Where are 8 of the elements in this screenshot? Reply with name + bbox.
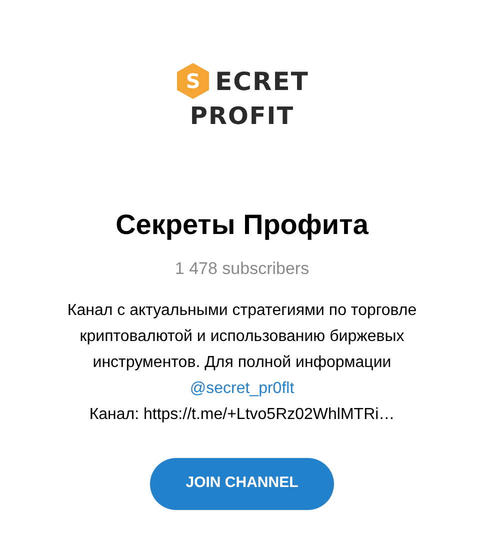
join-channel-button[interactable]: JOIN CHANNEL: [150, 458, 334, 510]
logo-text: ECRET: [215, 66, 309, 96]
channel-title: Секреты Профита: [116, 208, 368, 242]
channel-description: Канал с актуальными стратегиями по торговле криптовалютой и использованию биржевых инструментов. Для полной информации @secret_pr0flt Канал: https://t.me/+Ltvo5Rz02WhlMTRi…: [67, 300, 417, 424]
subscriber-count: 1 478 subscribers: [174, 258, 310, 280]
mention-link[interactable]: @secret_pr0flt: [190, 380, 294, 396]
logo-text: PROFIT: [190, 104, 294, 128]
logo-badge: S: [175, 62, 212, 100]
